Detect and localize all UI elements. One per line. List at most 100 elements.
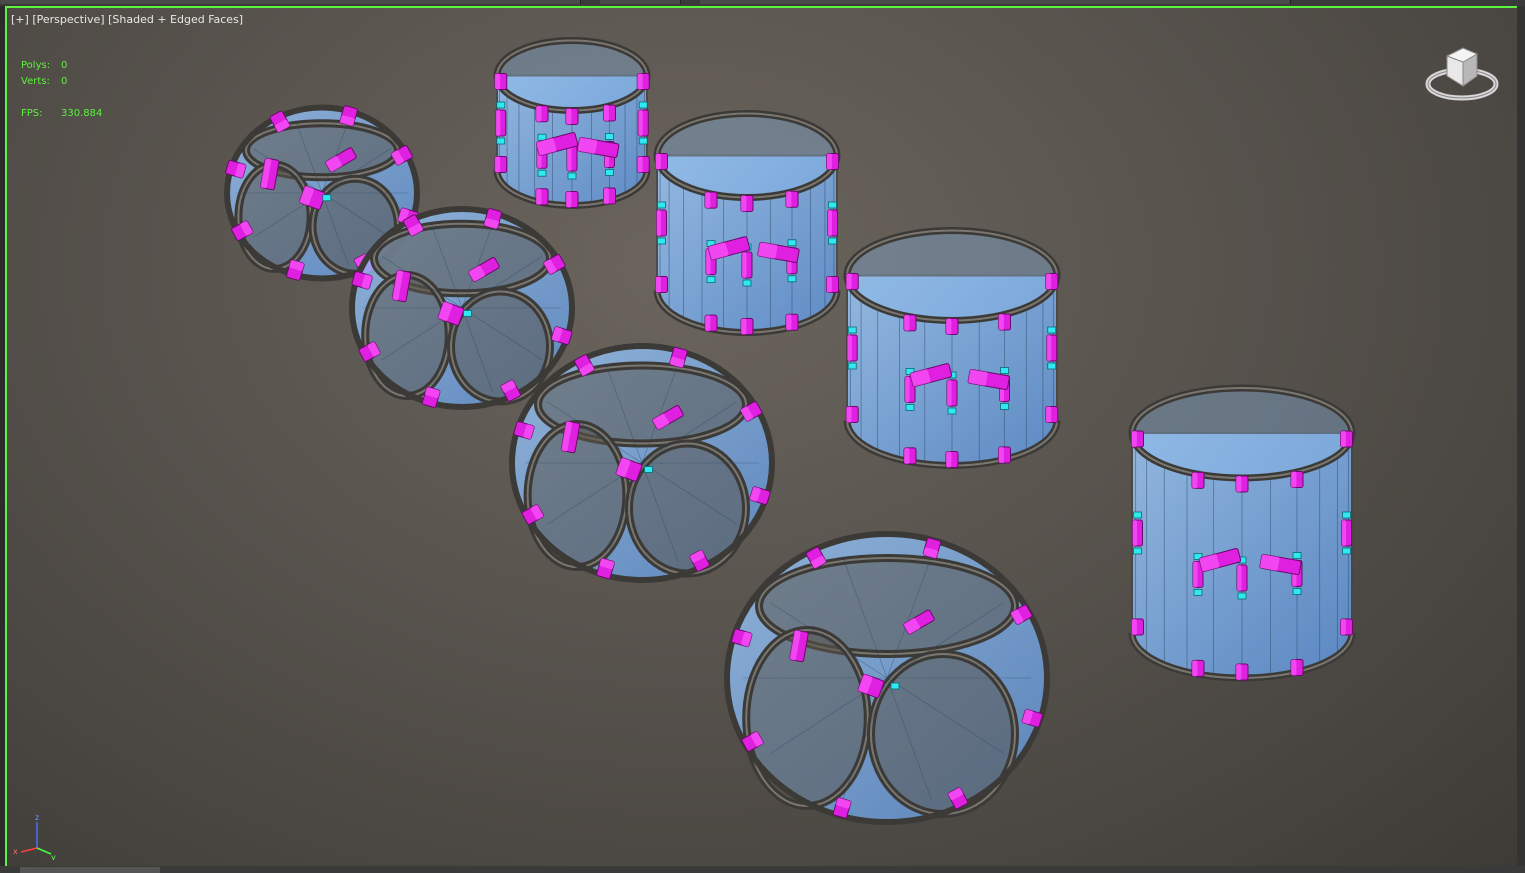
model-cylinder-a[interactable] [653, 110, 841, 336]
connector-piece [1191, 471, 1205, 489]
model-cylinder-b[interactable] [843, 227, 1061, 469]
axis-x-label: x [13, 847, 18, 856]
connector-piece [535, 105, 549, 123]
axis-y-label: y [51, 853, 56, 860]
connector-piece [565, 108, 579, 125]
joint-piece [1000, 367, 1009, 374]
perspective-viewport[interactable]: [+] [Perspective] [Shaded + Edged Faces]… [5, 6, 1519, 868]
connector-piece [535, 188, 549, 206]
connector-piece [785, 190, 799, 208]
connector-piece [1131, 430, 1144, 448]
viewcube-icon[interactable] [1425, 42, 1499, 104]
joint-piece [537, 169, 547, 177]
connector-piece [903, 447, 917, 465]
connector-piece [741, 251, 753, 279]
joint-piece [1047, 326, 1057, 334]
connector-piece [998, 313, 1011, 331]
model-tall-cylinder[interactable] [1128, 384, 1356, 682]
model-four-way-joint[interactable] [509, 343, 775, 583]
joint-piece [1342, 511, 1351, 519]
joint-piece [828, 201, 837, 209]
joint-piece [905, 403, 915, 411]
connector-piece [903, 314, 917, 332]
joint-piece [638, 137, 648, 145]
connector-piece [740, 318, 754, 335]
joint-piece [847, 326, 857, 334]
connector-piece [846, 334, 858, 362]
connector-piece [845, 273, 859, 290]
joint-piece [1342, 547, 1351, 555]
joint-piece [322, 194, 332, 202]
connector-piece [636, 73, 650, 90]
timeline-bar[interactable] [0, 866, 1525, 873]
connector-piece [494, 73, 508, 90]
joint-piece [847, 362, 857, 370]
connector-piece [945, 318, 959, 335]
joint-piece [496, 101, 506, 109]
joint-piece [605, 133, 614, 140]
connector-piece [826, 276, 839, 293]
connector-piece [1340, 618, 1353, 636]
joint-piece [537, 133, 547, 141]
connector-piece [827, 209, 838, 237]
joint-piece [787, 239, 797, 247]
connector-piece [1235, 663, 1249, 681]
joint-piece [1133, 511, 1142, 519]
joint-piece [638, 101, 648, 109]
connector-piece [1290, 659, 1304, 676]
connector-piece [1045, 273, 1059, 290]
connector-piece [494, 156, 508, 173]
connector-piece [655, 276, 668, 293]
connector-piece [495, 109, 507, 137]
joint-piece [496, 137, 506, 145]
joint-piece [1193, 589, 1203, 596]
connector-piece [1131, 618, 1144, 636]
connector-piece [826, 153, 839, 170]
connector-piece [636, 156, 650, 173]
joint-piece [742, 279, 752, 287]
joint-piece [1000, 403, 1009, 410]
connector-piece [998, 446, 1011, 464]
connector-piece [704, 191, 718, 209]
joint-piece [787, 275, 797, 283]
joint-piece [828, 237, 837, 245]
axis-tripod-icon: z x y [13, 814, 56, 860]
joint-piece [463, 310, 472, 317]
connector-piece [603, 104, 616, 122]
connector-piece [785, 313, 799, 331]
joint-piece [657, 237, 666, 245]
right-panel-edge [1517, 6, 1525, 866]
connector-piece [740, 195, 754, 212]
connector-piece [655, 153, 668, 170]
model-tee-joint[interactable] [493, 37, 651, 209]
model-cross-joint[interactable] [349, 206, 575, 410]
axis-z-label: z [35, 814, 39, 822]
joint-piece [1047, 362, 1057, 370]
joint-piece [1292, 552, 1302, 559]
connector-piece [1235, 475, 1249, 493]
joint-piece [1237, 592, 1247, 600]
joint-piece [605, 169, 614, 176]
connector-piece [1341, 519, 1352, 547]
connector-piece [945, 451, 959, 468]
connector-piece [1340, 430, 1353, 448]
joint-piece [1292, 588, 1302, 595]
connector-piece [1290, 471, 1304, 488]
connector-piece [1045, 406, 1059, 423]
connector-piece [1132, 519, 1143, 547]
connector-piece [637, 109, 649, 137]
joint-piece [890, 682, 900, 690]
connector-piece [1191, 659, 1205, 677]
model-large-junction[interactable] [724, 531, 1050, 825]
3d-scene-models[interactable] [7, 8, 1517, 866]
joint-piece [947, 407, 957, 415]
connector-piece [704, 314, 718, 332]
connector-piece [565, 191, 579, 208]
joint-piece [706, 276, 716, 284]
connector-piece [845, 406, 859, 423]
connector-piece [1236, 564, 1248, 592]
connector-piece [603, 187, 616, 205]
toolbar-segment [0, 0, 581, 4]
joint-piece [567, 172, 577, 180]
timeline-slider[interactable] [20, 867, 160, 873]
